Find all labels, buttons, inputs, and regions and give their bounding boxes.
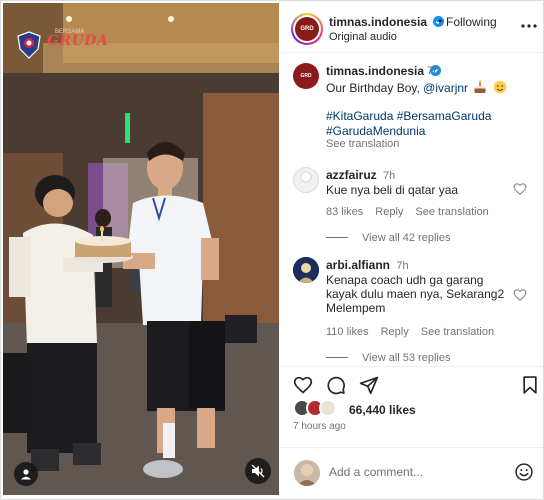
audio-link[interactable]: Original audio: [329, 31, 397, 43]
birthday-cake-emoji: [474, 80, 486, 93]
liker-avatar: [319, 399, 337, 417]
comment-username-text: arbi.alfiann: [326, 258, 391, 272]
caption-username-link[interactable]: timnas.indonesia: [326, 64, 442, 78]
user-icon: [21, 469, 31, 480]
comment-avatar[interactable]: [293, 167, 319, 193]
tagged-users-button[interactable]: [14, 462, 38, 486]
comment-likes[interactable]: 110 likes: [326, 326, 369, 338]
comment-username-text: azzfairuz: [326, 168, 377, 182]
post-details-panel: GRD timnas.indonesia • Following Origina…: [281, 1, 543, 500]
comment-text: Kenapa coach udh ga garang kayak dulu ma…: [326, 273, 505, 315]
add-comment-bar: [281, 447, 543, 495]
comment-input[interactable]: [329, 461, 509, 483]
view-replies-line: [326, 357, 348, 358]
caption-time: 7h: [427, 65, 440, 77]
comment-time: 7h: [383, 170, 396, 182]
comment-see-translation[interactable]: See translation: [415, 206, 488, 218]
comment-username[interactable]: arbi.alfiann 7h: [326, 258, 409, 272]
media-logo: GRUDA: [47, 33, 109, 49]
comment-meta: 83 likes Reply See translation: [326, 206, 501, 218]
federation-crest-icon: [17, 31, 41, 59]
mention-link[interactable]: @ivarjnr: [423, 81, 468, 95]
reply-button[interactable]: Reply: [375, 206, 403, 218]
comment-meta: 110 likes Reply See translation: [326, 326, 506, 338]
comment-likes[interactable]: 83 likes: [326, 206, 363, 218]
heart-outline-icon[interactable]: [513, 182, 527, 196]
follow-separator: •: [438, 14, 443, 28]
post-header: GRD timnas.indonesia • Following Origina…: [281, 1, 543, 53]
post-video[interactable]: BERSAMA GRUDA: [3, 3, 279, 495]
post-window: BERSAMA GRUDA GRD timnas.indonesia • Fol…: [0, 0, 544, 500]
heart-icon[interactable]: [293, 375, 313, 395]
share-icon[interactable]: [359, 375, 379, 395]
post-timestamp[interactable]: 7 hours ago: [293, 421, 346, 432]
author-avatar[interactable]: GRD: [291, 13, 323, 45]
caption-author-avatar[interactable]: GRD: [293, 63, 319, 89]
mute-button[interactable]: [245, 458, 271, 484]
caption-username: timnas.indonesia: [326, 64, 425, 78]
likes-count[interactable]: 66,440 likes: [349, 403, 416, 417]
bookmark-icon[interactable]: [520, 375, 540, 395]
caption-hashtags[interactable]: #KitaGaruda #BersamaGaruda #GarudaMendun…: [326, 109, 526, 139]
comment-text: Kue nya beli di qatar yaa: [326, 183, 459, 197]
speaker-muted-icon: [251, 464, 265, 478]
default-user-icon: [300, 171, 312, 183]
face-emoji: [493, 80, 507, 94]
avatar-image: [293, 257, 319, 283]
caption-text: Our Birthday Boy, @ivarjnr: [326, 80, 507, 95]
comment-username[interactable]: azzfairuz 7h: [326, 168, 395, 182]
comment-time: 7h: [396, 260, 409, 272]
comment-see-translation[interactable]: See translation: [421, 326, 494, 338]
view-replies-label: View all 42 replies: [362, 232, 451, 244]
comment-avatar[interactable]: [293, 257, 319, 283]
caption-see-translation[interactable]: See translation: [326, 138, 399, 150]
view-replies-line: [326, 237, 348, 238]
heart-outline-icon[interactable]: [513, 288, 527, 302]
avatar-image: [294, 460, 320, 486]
view-replies-button[interactable]: View all 53 replies: [326, 352, 450, 364]
smiley-icon[interactable]: [514, 462, 534, 482]
actions-divider: [281, 366, 543, 367]
author-username: timnas.indonesia: [329, 15, 428, 29]
caption-body: Our Birthday Boy,: [326, 81, 420, 95]
video-frame: [3, 3, 279, 495]
author-username-link[interactable]: timnas.indonesia: [329, 15, 445, 29]
more-horizontal-icon[interactable]: [520, 19, 538, 33]
view-replies-button[interactable]: View all 42 replies: [326, 232, 450, 244]
view-replies-label: View all 53 replies: [362, 352, 451, 364]
following-button[interactable]: Following: [446, 15, 497, 29]
comment-icon[interactable]: [326, 375, 346, 395]
current-user-avatar: [294, 460, 320, 486]
reply-button[interactable]: Reply: [381, 326, 409, 338]
